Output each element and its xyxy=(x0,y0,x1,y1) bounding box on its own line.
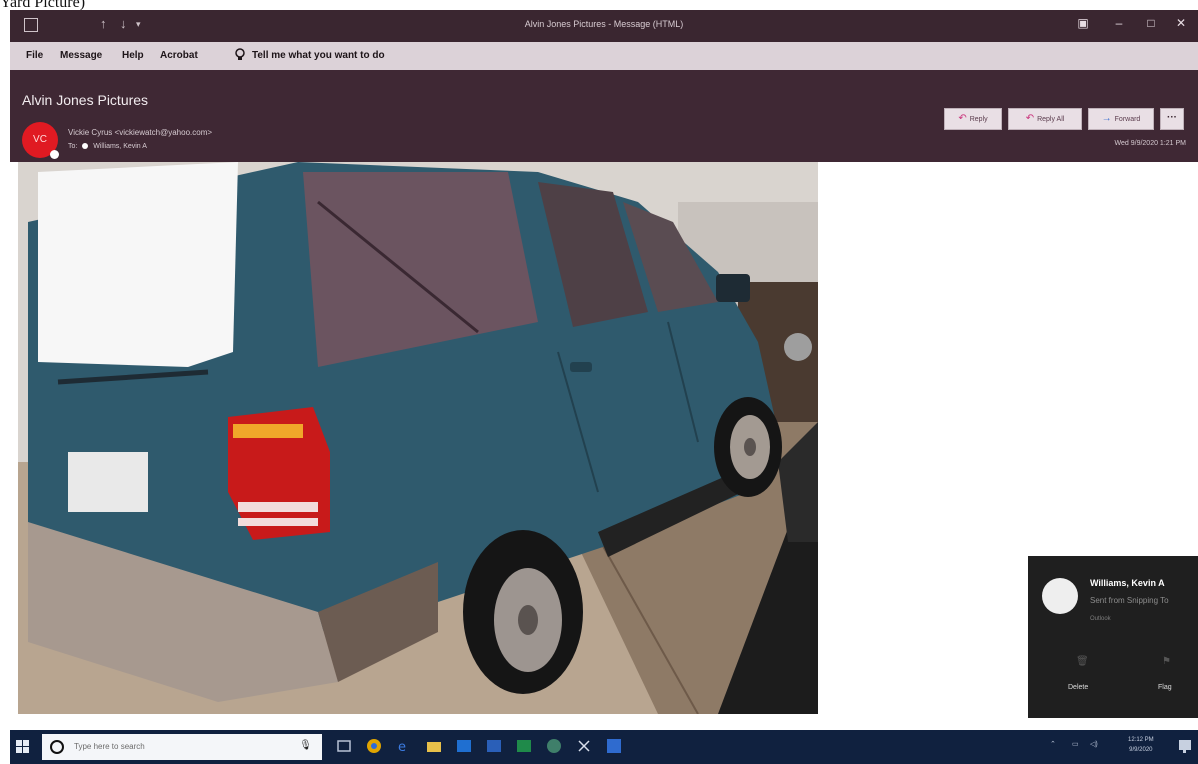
windows-taskbar: Type here to search 🎙 e ⌃ ▭ ◁) 12:12 PM … xyxy=(10,730,1198,764)
reply-all-button[interactable]: ↶ Reply All xyxy=(1008,108,1082,130)
toast-message: Sent from Snipping To xyxy=(1090,596,1169,605)
task-view-icon[interactable] xyxy=(336,738,352,754)
toast-source: Outlook xyxy=(1090,616,1111,622)
recipient-presence-icon xyxy=(82,143,89,150)
reply-all-label: Reply All xyxy=(1037,116,1065,123)
browser-icon[interactable] xyxy=(546,738,562,754)
forward-button[interactable]: → Forward xyxy=(1088,108,1154,130)
recipient-line: To: Williams, Kevin A xyxy=(68,143,147,150)
svg-text:e: e xyxy=(398,740,406,754)
forward-label: Forward xyxy=(1114,116,1141,123)
ribbon-tabs: File Message Help Acrobat Tell me what y… xyxy=(10,42,1198,70)
start-icon[interactable] xyxy=(16,740,30,754)
file-explorer-icon[interactable] xyxy=(426,738,442,754)
more-actions-button[interactable]: ··· xyxy=(1160,108,1184,130)
vehicle-photo xyxy=(18,162,818,714)
toast-flag-button[interactable]: Flag xyxy=(1158,684,1172,691)
toast-sender: Williams, Kevin A xyxy=(1090,578,1165,588)
toast-avatar xyxy=(1042,578,1078,614)
taskbar-search[interactable]: Type here to search 🎙 xyxy=(42,734,322,760)
search-placeholder: Type here to search xyxy=(74,742,145,751)
reply-all-icon: ↶ xyxy=(1025,113,1035,124)
message-body: Williams, Kevin A Sent from Snipping To … xyxy=(10,162,1198,730)
tab-help[interactable]: Help xyxy=(122,50,144,61)
close-button[interactable]: ✕ xyxy=(1168,16,1194,34)
action-center-icon[interactable] xyxy=(1178,739,1192,753)
delete-icon: 🗑 xyxy=(1076,656,1089,667)
ribbon-display-icon[interactable]: ▣ xyxy=(1070,16,1096,34)
toast-delete-button[interactable]: Delete xyxy=(1068,684,1088,691)
window-titlebar: ↑ ↓ ▾ Alvin Jones Pictures - Message (HT… xyxy=(10,10,1198,42)
outlook-icon[interactable] xyxy=(456,738,472,754)
tell-me-search[interactable]: Tell me what you want to do xyxy=(252,50,385,61)
tab-acrobat[interactable]: Acrobat xyxy=(160,50,198,61)
reply-label: Reply xyxy=(969,116,988,123)
message-subject: Alvin Jones Pictures xyxy=(22,92,149,108)
chrome-icon[interactable] xyxy=(366,738,382,754)
edge-icon[interactable]: e xyxy=(396,738,412,754)
reply-icon: ↶ xyxy=(958,113,967,124)
sender-address[interactable]: Vickie Cyrus <vickiewatch@yahoo.com> xyxy=(68,128,212,137)
cortana-icon[interactable] xyxy=(50,740,64,754)
forward-icon: → xyxy=(1101,113,1112,124)
message-header: Alvin Jones Pictures VC Vickie Cyrus <vi… xyxy=(10,70,1198,162)
microphone-icon[interactable]: 🎙 xyxy=(299,740,312,751)
tab-message[interactable]: Message xyxy=(60,50,102,61)
snipping-tool-icon[interactable] xyxy=(576,738,592,754)
maximize-button[interactable]: □ xyxy=(1138,16,1164,34)
flag-icon: ⚑ xyxy=(1162,656,1171,667)
minimize-button[interactable]: – xyxy=(1106,16,1132,34)
recipient-name[interactable]: Williams, Kevin A xyxy=(93,143,147,150)
tray-overflow-icon[interactable]: ⌃ xyxy=(1050,740,1056,748)
clock-time: 12:12 PM xyxy=(1128,737,1154,743)
clock-date: 9/9/2020 xyxy=(1129,747,1153,753)
to-label: To xyxy=(68,143,76,150)
network-icon[interactable]: ▭ xyxy=(1072,740,1079,748)
message-date: Wed 9/9/2020 1:21 PM xyxy=(1114,140,1186,147)
tab-file[interactable]: File xyxy=(26,50,43,61)
reply-button[interactable]: ↶ Reply xyxy=(944,108,1002,130)
presence-indicator xyxy=(50,150,59,159)
excel-icon[interactable] xyxy=(516,738,532,754)
pinned-app-icon[interactable] xyxy=(606,738,622,754)
word-icon[interactable] xyxy=(486,738,502,754)
volume-icon[interactable]: ◁) xyxy=(1090,740,1098,748)
taskbar-clock[interactable]: 12:12 PM 9/9/2020 xyxy=(1128,735,1154,755)
lightbulb-icon xyxy=(235,48,245,60)
window-title: Alvin Jones Pictures - Message (HTML) xyxy=(524,19,684,29)
notification-toast[interactable]: Williams, Kevin A Sent from Snipping To … xyxy=(1028,556,1198,718)
